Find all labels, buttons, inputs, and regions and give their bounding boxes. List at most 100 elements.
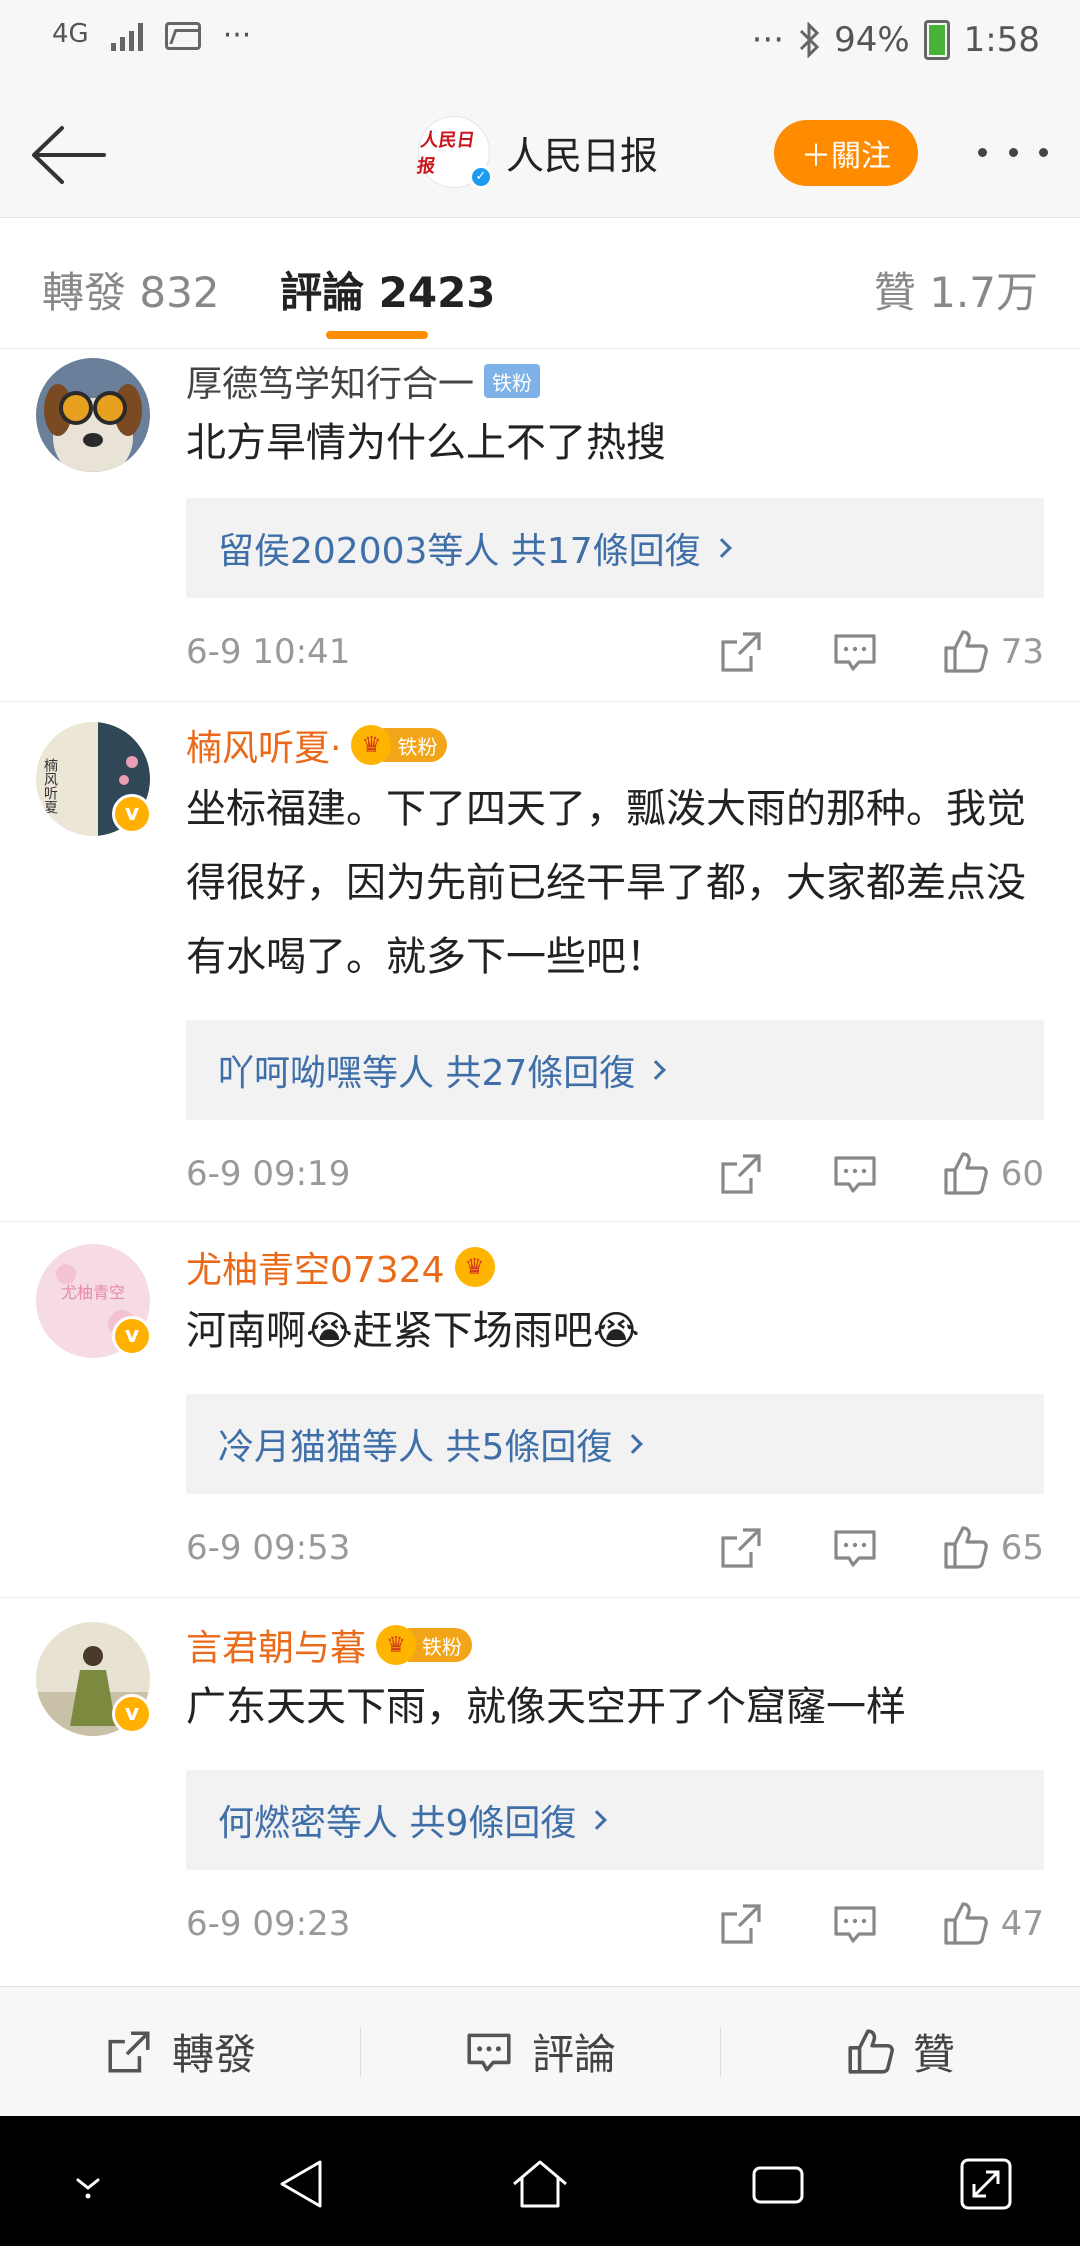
reply-summary: 冷月猫猫等人 共5條回復: [218, 1427, 613, 1468]
more-dot-icon: [1008, 147, 1018, 157]
account-avatar: 人民日报 ✓: [415, 116, 493, 189]
comment-label: 評論: [531, 2030, 616, 2079]
rotate-screen-icon[interactable]: [956, 2156, 1016, 2212]
like-icon[interactable]: [941, 1150, 989, 1198]
hide-keyboard-icon[interactable]: [58, 2156, 118, 2212]
back-button[interactable]: [28, 120, 108, 190]
timestamp: 6-9 10:41: [186, 632, 351, 672]
username-row: 言君朝与暮 ♛ 铁粉: [186, 1619, 473, 1671]
top-app-bar: 人民日报 ✓ 人民日报 ＋關注: [0, 88, 1080, 218]
signal-icon: [110, 21, 143, 51]
more-dot-icon: [1039, 147, 1048, 157]
like-icon: [848, 2028, 894, 2074]
avatar[interactable]: 尤柚青空 v: [36, 1244, 152, 1358]
comment-icon: [467, 2033, 511, 2071]
verified-badge-icon: v: [112, 1316, 152, 1356]
comment-button[interactable]: 評論: [360, 1987, 720, 2116]
timestamp: 6-9 09:23: [186, 1904, 351, 1944]
clock: 1:58: [963, 20, 1040, 60]
verified-badge-icon: v: [112, 794, 152, 834]
like-icon[interactable]: [941, 628, 989, 676]
comment-icon[interactable]: [831, 628, 879, 676]
more-options-button[interactable]: [978, 132, 1048, 172]
comment-list: 厚德笃学知行合一 铁粉 北方旱情为什么上不了热搜 留侯202003等人 共17條…: [0, 350, 1080, 1976]
comment-text: 河南啊😭赶紧下场雨吧😭: [186, 1308, 640, 1354]
chevron-right-icon: [587, 1810, 608, 1830]
chevron-right-icon: [711, 538, 732, 558]
comment-item: v 言君朝与暮 ♛ 铁粉 广东天天下雨，就像天空开了个窟窿一样 何燃密等人 共9…: [0, 1598, 1080, 1976]
comment-meta: 6-9 09:53 65: [186, 1518, 1044, 1578]
like-count: 65: [1000, 1528, 1044, 1568]
recent-apps-icon[interactable]: [748, 2156, 808, 2212]
share-icon: [108, 2030, 150, 2073]
like-label: 贊: [912, 2030, 955, 2079]
avatar[interactable]: 楠风听夏 v: [36, 722, 152, 836]
active-tab-indicator: [326, 331, 428, 339]
timestamp: 6-9 09:19: [186, 1154, 351, 1194]
reply-summary: 何燃密等人 共9條回復: [218, 1803, 577, 1844]
username[interactable]: 言君朝与暮: [186, 1619, 366, 1671]
more-notifications-icon: ···: [222, 18, 252, 53]
more-dot-icon: [978, 147, 987, 157]
home-nav-icon[interactable]: [510, 2156, 570, 2212]
comment-item: 厚德笃学知行合一 铁粉 北方旱情为什么上不了热搜 留侯202003等人 共17條…: [0, 350, 1080, 702]
account-title[interactable]: 人民日报 ✓ 人民日报: [415, 116, 659, 189]
tab-repost[interactable]: 轉發 832: [42, 259, 220, 320]
back-arrow-icon: [32, 126, 106, 184]
bluetooth-icon: [800, 22, 820, 58]
comment-icon[interactable]: [831, 1900, 879, 1948]
vip-fan-badge: ♛ 铁粉: [376, 1625, 473, 1665]
share-icon[interactable]: [717, 628, 765, 676]
share-icon[interactable]: [717, 1524, 765, 1572]
comment-icon[interactable]: [831, 1524, 879, 1572]
status-right: ··· 94% 1:58: [752, 20, 1040, 60]
replies-link[interactable]: 何燃密等人 共9條回復: [186, 1770, 1044, 1870]
status-bar: 4G ··· ··· 94% 1:58: [0, 0, 1080, 88]
comment-icon[interactable]: [831, 1150, 879, 1198]
account-name: 人民日报: [506, 133, 659, 178]
avatar[interactable]: [36, 358, 150, 472]
timestamp: 6-9 09:53: [186, 1528, 351, 1568]
avatar[interactable]: v: [36, 1622, 152, 1736]
share-icon[interactable]: [717, 1900, 765, 1948]
like-icon[interactable]: [941, 1524, 989, 1572]
battery-icon: [923, 20, 950, 60]
fan-badge: 铁粉: [383, 728, 448, 762]
username-row: 尤柚青空07324 ♛: [186, 1242, 495, 1292]
share-icon[interactable]: [717, 1150, 765, 1198]
verified-badge-icon: v: [112, 1694, 152, 1734]
follow-button[interactable]: ＋關注: [774, 120, 918, 186]
comment-meta: 6-9 10:41 73: [186, 622, 1044, 682]
back-nav-icon[interactable]: [272, 2156, 332, 2212]
comment-text: 北方旱情为什么上不了热搜: [186, 420, 666, 466]
like-count: 47: [1000, 1904, 1044, 1944]
comment-item: 尤柚青空 v 尤柚青空07324 ♛ 河南啊😭赶紧下场雨吧😭 冷月猫猫等人 共5…: [0, 1222, 1080, 1598]
username[interactable]: 厚德笃学知行合一: [186, 355, 474, 407]
vip-fan-badge: ♛ 铁粉: [351, 725, 448, 765]
replies-link[interactable]: 吖呵呦嘿等人 共27條回復: [186, 1020, 1044, 1120]
verified-icon: ✓: [469, 165, 493, 189]
replies-link[interactable]: 留侯202003等人 共17條回復: [186, 498, 1044, 598]
fan-badge: 铁粉: [408, 1628, 473, 1662]
like-icon[interactable]: [941, 1900, 989, 1948]
username-row: 楠风听夏· ♛ 铁粉: [186, 719, 448, 771]
comment-meta: 6-9 09:19 60: [186, 1144, 1044, 1204]
avatar-image: [36, 358, 150, 472]
chevron-right-icon: [646, 1060, 667, 1080]
post-stats-tabs: 轉發 832 評論 2423 贊 1.7万: [0, 219, 1080, 349]
replies-link[interactable]: 冷月猫猫等人 共5條回復: [186, 1394, 1044, 1494]
username-row: 厚德笃学知行合一 铁粉: [186, 355, 541, 407]
tab-like[interactable]: 贊 1.7万: [874, 259, 1038, 320]
bottom-action-bar: 轉發 評論 贊: [0, 1986, 1080, 2116]
crown-icon: ♛: [376, 1625, 417, 1665]
username[interactable]: 尤柚青空07324: [186, 1241, 445, 1293]
like-count: 73: [1000, 632, 1044, 672]
comment-text: 广东天天下雨，就像天空开了个窟窿一样: [186, 1684, 906, 1730]
chevron-right-icon: [623, 1434, 644, 1454]
repost-button[interactable]: 轉發: [0, 1987, 360, 2116]
like-button[interactable]: 贊: [720, 1987, 1080, 2116]
avatar-calligraphy: 楠风听夏: [42, 758, 58, 814]
fan-badge: 铁粉: [484, 364, 541, 398]
tab-comment[interactable]: 評論 2423: [280, 259, 496, 320]
username[interactable]: 楠风听夏·: [186, 719, 341, 771]
